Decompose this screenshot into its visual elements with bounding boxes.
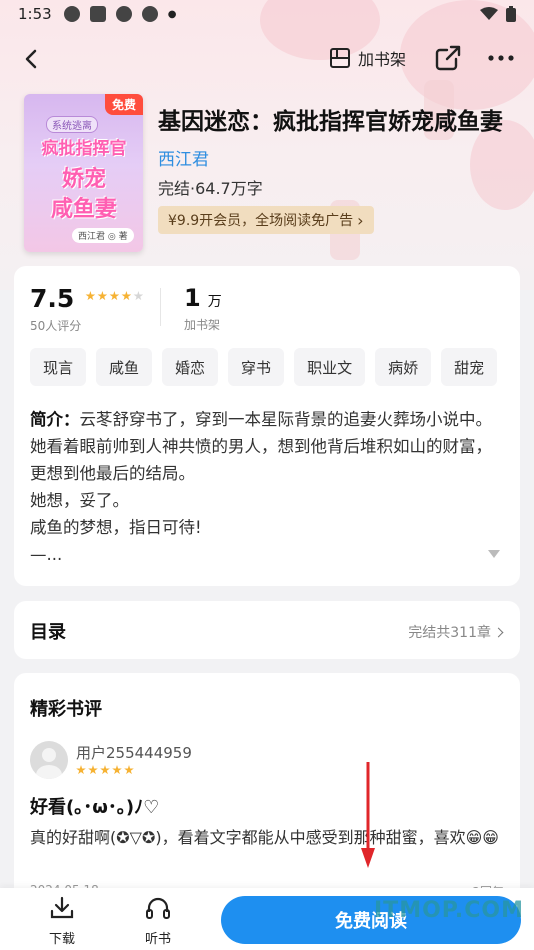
- star-icon: [100, 765, 110, 775]
- tag-chip[interactable]: 现言: [30, 348, 87, 386]
- notification-icon: [89, 6, 106, 22]
- rating-stars: [85, 291, 144, 301]
- shelf-count-block: 1 万 加书架: [184, 284, 222, 333]
- book-meta: 完结·64.7万字: [158, 179, 263, 198]
- listen-label: 听书: [144, 932, 171, 947]
- star-icon: [76, 765, 86, 775]
- headphones-icon: [146, 897, 170, 919]
- more-options-icon[interactable]: [486, 46, 516, 70]
- star-icon: [124, 765, 134, 775]
- watermark: ITMOP.COM: [374, 898, 524, 923]
- synopsis[interactable]: 简介：云苳舒穿书了，穿到一本星际背景的追妻火葬场小说中。 她看着眼前帅到人神共愤…: [30, 406, 506, 568]
- review-section-title: 精彩书评: [30, 699, 102, 720]
- status-bar: 1:53 ●: [0, 0, 534, 28]
- shelf-count: 1: [184, 284, 201, 312]
- notification-icon: [115, 6, 132, 22]
- cover-title: 疯批指挥官 娇宠 咸鱼妻: [30, 134, 138, 224]
- notification-icon: [141, 6, 158, 22]
- review-body[interactable]: 真的好甜啊(✪▽✪)，看着文字都能从中感受到那种甜蜜，喜欢😁😁: [30, 825, 510, 851]
- tag-chip[interactable]: 病娇: [375, 348, 432, 386]
- chevron-right-icon: ›: [357, 210, 364, 230]
- table-of-contents-row[interactable]: 目录 完结共311章: [14, 601, 520, 659]
- star-icon: [97, 291, 108, 301]
- listen-button[interactable]: 听书: [133, 896, 183, 947]
- download-icon: [50, 896, 74, 919]
- wifi-icon: [480, 7, 498, 20]
- tag-chip[interactable]: 穿书: [228, 348, 285, 386]
- synopsis-line: 她看着眼前帅到人神共愤的男人，想到他背后堆积如山的财富，: [30, 437, 492, 456]
- download-button[interactable]: 下载: [37, 896, 87, 947]
- battery-icon: [506, 6, 516, 22]
- tag-chip[interactable]: 婚恋: [162, 348, 219, 386]
- star-icon: [88, 765, 98, 775]
- star-icon: [133, 291, 144, 301]
- cover-title-line: 咸鱼妻: [50, 196, 117, 222]
- toc-title: 目录: [30, 622, 66, 643]
- cover-title-line: 疯批指挥官: [41, 139, 127, 159]
- more-notifications-icon: ●: [167, 8, 177, 20]
- review-headline: 好看(｡･ω･｡)ﾉ♡: [30, 797, 160, 818]
- book-title: 基因迷恋：疯批指挥官娇宠咸鱼妻: [158, 109, 503, 135]
- tag-list: 现言 咸鱼 婚恋 穿书 职业文 病娇 甜宠: [30, 348, 498, 386]
- rating-block: 7.5 50人评分: [30, 284, 144, 334]
- chapter-count: 完结共311章: [408, 625, 491, 641]
- toc-summary: 完结共311章: [408, 622, 504, 642]
- download-label: 下载: [48, 932, 75, 947]
- synopsis-text: 云苳舒穿书了，穿到一本星际背景的追妻火葬场小说中。: [79, 410, 493, 429]
- tag-chip[interactable]: 甜宠: [441, 348, 498, 386]
- review-username: 用户255444959: [76, 744, 192, 762]
- notification-icon: [63, 6, 80, 22]
- review-stars: [76, 765, 134, 775]
- status-time: 1:53: [18, 5, 52, 23]
- cover-author: 西江君 ◎ 著: [72, 228, 134, 243]
- back-icon[interactable]: [18, 44, 48, 74]
- tag-chip[interactable]: 职业文: [294, 348, 366, 386]
- star-icon: [112, 765, 122, 775]
- shelf-count-label: 加书架: [184, 318, 221, 332]
- synopsis-line: 咸鱼的梦想，指日可待!: [30, 518, 202, 537]
- star-icon: [109, 291, 120, 301]
- vip-promo-text: ¥9.9开会员，全场阅读免广告: [168, 213, 354, 229]
- top-bar: 加书架: [0, 40, 534, 80]
- synopsis-line: —...: [30, 545, 63, 564]
- book-cover[interactable]: 免费 系统逃离 疯批指挥官 娇宠 咸鱼妻 西江君 ◎ 著: [24, 94, 143, 252]
- vip-promo-button[interactable]: ¥9.9开会员，全场阅读免广告 ›: [158, 206, 374, 234]
- rating-count: 50人评分: [30, 319, 82, 333]
- rating-score: 7.5: [30, 284, 75, 313]
- divider: [160, 288, 161, 326]
- synopsis-label: 简介：: [30, 410, 80, 429]
- book-author-link[interactable]: 西江君: [158, 145, 209, 170]
- cover-title-line: 娇宠: [61, 166, 106, 192]
- tag-chip[interactable]: 咸鱼: [96, 348, 153, 386]
- free-badge: 免费: [104, 94, 143, 115]
- add-to-shelf-button[interactable]: 加书架: [328, 46, 406, 70]
- chevron-right-icon: [493, 627, 504, 637]
- annotation-arrow: [361, 762, 375, 868]
- avatar[interactable]: [30, 741, 68, 779]
- star-icon: [121, 291, 132, 301]
- book-info-card: 7.5 50人评分 1 万 加书架 现言 咸鱼 婚恋 穿书 职业文 病娇 甜宠 …: [14, 266, 520, 586]
- star-icon: [85, 291, 96, 301]
- synopsis-line: 她想，妥了。: [30, 491, 129, 510]
- synopsis-line: 更想到他最后的结局。: [30, 464, 195, 483]
- share-icon[interactable]: [434, 44, 462, 72]
- add-to-shelf-label: 加书架: [358, 50, 407, 69]
- bookshelf-icon: [330, 48, 350, 68]
- shelf-count-unit: 万: [207, 294, 222, 310]
- cover-tag: 系统逃离: [46, 116, 98, 133]
- synopsis-line: 简介：云苳舒穿书了，穿到一本星际背景的追妻火葬场小说中。: [30, 406, 506, 433]
